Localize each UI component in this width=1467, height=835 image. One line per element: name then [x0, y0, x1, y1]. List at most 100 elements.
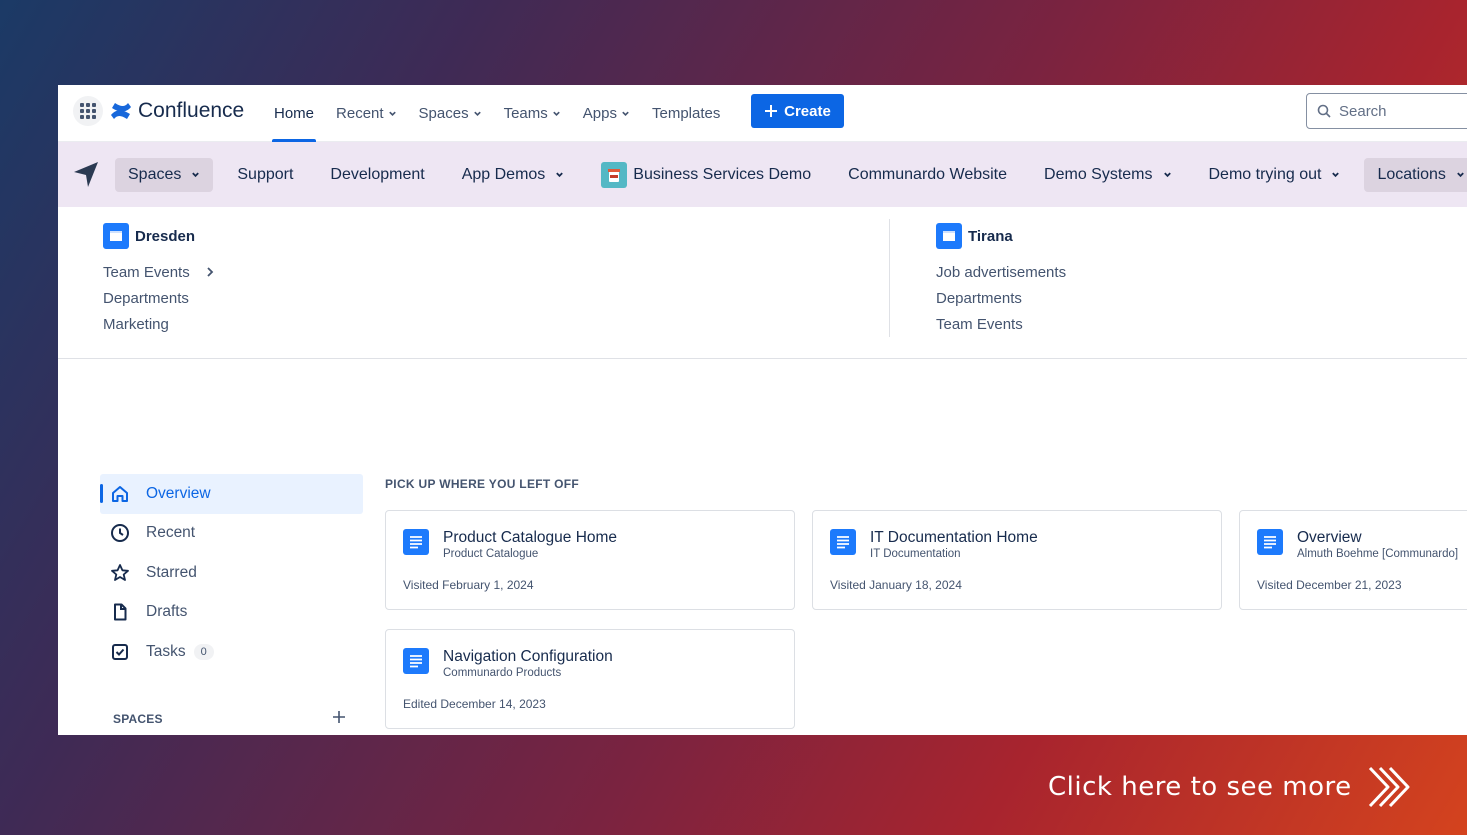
top-navigation-bar: Confluence Home Recent Spaces Teams Apps… [58, 85, 1467, 142]
location-link-label: Departments [936, 289, 1022, 307]
location-link-label: Team Events [103, 263, 190, 281]
location-link-departments[interactable]: Departments [936, 285, 1066, 311]
location-link-team-events[interactable]: Team Events [936, 311, 1066, 337]
card-title: Product Catalogue Home [443, 529, 618, 546]
sidebar-item-label: Recent [146, 524, 196, 542]
space-nav-locations[interactable]: Locations [1364, 157, 1467, 192]
home-icon [112, 485, 128, 502]
card-title: IT Documentation Home [870, 529, 1038, 546]
confluence-logo[interactable]: Confluence [110, 99, 244, 123]
locations-dropdown: Dresden Team Events Departments Marketin… [58, 207, 1467, 359]
home-sidebar: Overview Recent Starred Drafts Tasks 0 [100, 474, 363, 672]
folder-icon [103, 223, 129, 249]
space-nav-communardo-website-label: Communardo Website [848, 165, 1008, 183]
nav-home-label: Home [274, 105, 315, 122]
space-nav-spaces[interactable]: Spaces [115, 157, 214, 192]
card-meta: Edited December 14, 2023 [403, 697, 546, 711]
location-title-tirana[interactable]: Tirana [936, 223, 1066, 249]
app-switcher-icon[interactable] [73, 96, 103, 126]
space-nav-app-demos-label: App Demos [461, 165, 546, 183]
nav-teams[interactable]: Teams [504, 85, 561, 142]
chevron-down-icon [553, 111, 560, 116]
draft-icon [114, 603, 127, 621]
search-icon [1317, 104, 1331, 118]
navigation-arrow-icon[interactable] [72, 159, 100, 189]
space-nav-demo-systems[interactable]: Demo Systems [1031, 158, 1184, 192]
space-nav-support[interactable]: Support [224, 158, 306, 192]
plus-icon [333, 711, 345, 723]
nav-teams-label: Teams [503, 105, 548, 122]
space-nav-demo-systems-label: Demo Systems [1044, 165, 1153, 183]
sidebar-item-label: Overview [146, 484, 211, 502]
nav-templates-label: Templates [651, 105, 721, 122]
card-subtitle: Almuth Boehme [Communardo] [1297, 548, 1459, 560]
chevron-down-icon [1163, 172, 1171, 178]
space-nav-demo-trying-out[interactable]: Demo trying out [1196, 158, 1354, 192]
spaces-heading: SPACES [113, 712, 163, 726]
card-meta: Visited January 18, 2024 [830, 578, 962, 592]
nav-templates[interactable]: Templates [652, 85, 720, 142]
location-title-label: Dresden [135, 227, 196, 245]
search-input[interactable]: Search [1306, 93, 1467, 129]
card-meta: Visited December 21, 2023 [1257, 578, 1402, 592]
card-meta: Visited February 1, 2024 [403, 578, 534, 592]
space-nav-business-services-demo-label: Business Services Demo [633, 165, 812, 183]
recent-page-card[interactable]: IT Documentation Home IT Documentation V… [812, 510, 1222, 610]
space-nav-items: Spaces Support Development App Demos Bus… [115, 142, 1467, 207]
nav-recent-label: Recent [336, 105, 384, 122]
add-space-button[interactable] [332, 707, 346, 730]
sidebar-item-label: Starred [146, 563, 197, 581]
nav-apps[interactable]: Apps [583, 85, 630, 142]
nav-home[interactable]: Home [271, 85, 317, 142]
space-nav-spaces-label: Spaces [128, 165, 182, 183]
space-nav-development-label: Development [330, 165, 425, 183]
space-nav-development[interactable]: Development [317, 158, 437, 192]
location-link-label: Departments [103, 289, 189, 307]
sidebar-item-tasks[interactable]: Tasks 0 [100, 632, 363, 672]
checkbox-icon [112, 643, 128, 660]
create-button-label: Create [784, 102, 831, 120]
chevron-down-icon [556, 172, 564, 178]
folder-icon [936, 223, 962, 249]
nav-recent[interactable]: Recent [336, 85, 397, 142]
location-link-job-advertisements[interactable]: Job advertisements [936, 259, 1066, 285]
clock-icon [111, 524, 129, 543]
sidebar-item-label: Tasks [146, 642, 186, 660]
recent-page-card[interactable]: Navigation Configuration Communardo Prod… [385, 629, 795, 729]
sidebar-item-overview[interactable]: Overview [100, 474, 363, 514]
page-icon [1257, 529, 1283, 555]
chevron-down-icon [1457, 172, 1464, 178]
nav-spaces[interactable]: Spaces [419, 85, 482, 142]
location-column-tirana: Tirana Job advertisements Departments Te… [936, 223, 1066, 337]
location-link-team-events[interactable]: Team Events [103, 259, 214, 285]
sidebar-item-starred[interactable]: Starred [100, 553, 363, 593]
double-chevron-right-icon [1368, 766, 1410, 808]
sidebar-item-label: Drafts [146, 603, 188, 621]
location-link-departments[interactable]: Departments [103, 285, 214, 311]
space-nav-locations-label: Locations [1377, 165, 1446, 183]
card-title: Navigation Configuration [443, 648, 613, 665]
space-nav-communardo-website[interactable]: Communardo Website [835, 158, 1020, 192]
create-button[interactable]: Create [751, 94, 844, 128]
recent-page-card[interactable]: Overview Almuth Boehme [Communardo] Visi… [1239, 510, 1467, 610]
location-link-label: Team Events [936, 315, 1023, 333]
card-subtitle: Communardo Products [443, 667, 562, 679]
search-placeholder: Search [1339, 102, 1387, 120]
location-link-marketing[interactable]: Marketing [103, 311, 214, 337]
nav-apps-label: Apps [582, 105, 617, 122]
space-nav-app-demos[interactable]: App Demos [449, 158, 578, 192]
location-link-label: Job advertisements [936, 263, 1067, 281]
location-title-label: Tirana [968, 227, 1013, 245]
see-more-link[interactable]: Click here to see more [1048, 764, 1414, 810]
tasks-count-badge: 0 [193, 643, 214, 660]
space-nav-business-services-demo[interactable]: Business Services Demo [588, 154, 824, 196]
see-more-label: Click here to see more [1048, 772, 1352, 802]
sidebar-item-drafts[interactable]: Drafts [100, 593, 363, 633]
plus-icon [765, 105, 778, 117]
location-title-dresden[interactable]: Dresden [103, 223, 214, 249]
chevron-down-icon [192, 172, 200, 178]
recent-page-card[interactable]: Product Catalogue Home Product Catalogue… [385, 510, 795, 610]
nav-spaces-label: Spaces [418, 105, 469, 122]
primary-nav: Home Recent Spaces Teams Apps Templates [271, 85, 742, 142]
sidebar-item-recent[interactable]: Recent [100, 514, 363, 554]
